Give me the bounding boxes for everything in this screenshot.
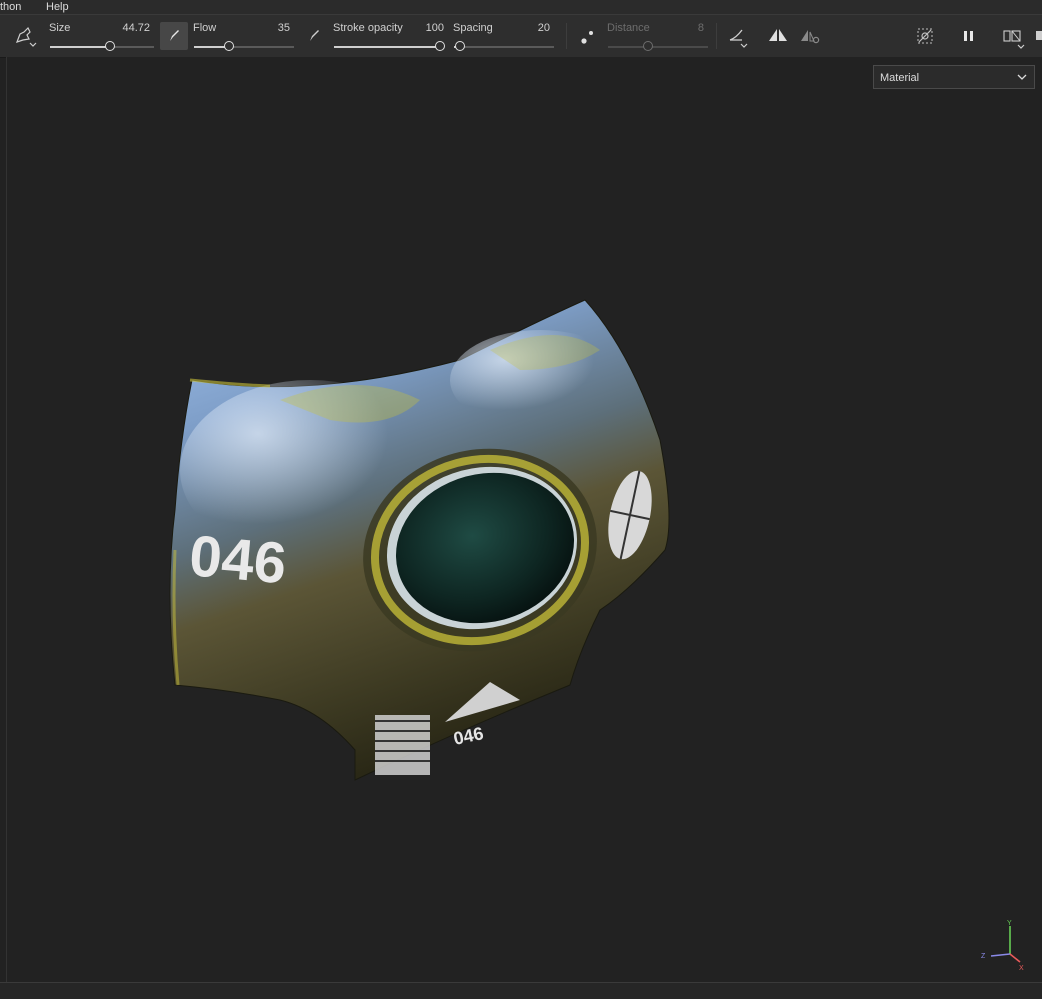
size-track[interactable]: [50, 46, 154, 48]
distance-label: Distance: [607, 22, 650, 34]
3d-model-mesh[interactable]: 046 046: [160, 290, 680, 790]
barcode-decal: [375, 715, 430, 775]
axis-label-x: X: [1019, 965, 1024, 972]
size-pressure-toggle[interactable]: [160, 22, 188, 50]
distance-value[interactable]: 8: [664, 22, 704, 34]
camera-mode-icon: [1003, 30, 1025, 49]
axis-gizmo: Y Z X: [981, 920, 1024, 972]
chevron-down-icon: [1017, 74, 1027, 80]
status-bar: [0, 982, 1042, 999]
flow-value[interactable]: 35: [250, 22, 290, 34]
lazy-mouse-toggle[interactable]: [574, 22, 602, 50]
flow-label: Flow: [193, 22, 217, 34]
brush-toolbar: Size 44.72 Flow 35 Stroke opacity 100 Sp…: [0, 14, 1042, 58]
axis-label-y: Y: [1007, 920, 1012, 927]
flow-knob[interactable]: [224, 41, 234, 51]
size-knob[interactable]: [105, 41, 116, 51]
size-label: Size: [49, 22, 71, 34]
brush-preset-icon: [15, 26, 37, 47]
pen-pressure-icon: [310, 30, 319, 41]
lazy-mouse-icon: [581, 31, 593, 44]
axis-label-z: Z: [981, 953, 986, 960]
symmetry-toggle[interactable]: [764, 22, 792, 50]
menu-item-help[interactable]: Help: [46, 1, 69, 13]
toolbar-separator: [716, 23, 717, 49]
flow-track[interactable]: [194, 46, 294, 48]
spacing-label: Spacing: [453, 22, 493, 34]
stroke-opacity-value[interactable]: 100: [404, 22, 444, 34]
camera-hide-toggle[interactable]: [911, 22, 939, 50]
brush-preset-button[interactable]: [10, 22, 38, 50]
toolbar-separator: [566, 23, 567, 49]
pause-button[interactable]: [955, 22, 983, 50]
screenshot-icon: [1036, 31, 1042, 40]
viewport-channel-value: Material: [880, 72, 920, 84]
size-fill: [50, 46, 111, 48]
size-value[interactable]: 44.72: [110, 22, 150, 34]
menu-bar: thon Help: [0, 0, 1042, 14]
menu-item-python[interactable]: thon: [0, 1, 21, 13]
symmetry-settings-button[interactable]: [796, 22, 824, 50]
alignment-dropdown[interactable]: [724, 22, 752, 50]
spacing-value[interactable]: 20: [510, 22, 550, 34]
viewport-channel-select[interactable]: Material: [873, 65, 1035, 89]
tangent-alignment-icon: [729, 29, 748, 48]
pen-pressure-icon: [170, 30, 179, 41]
stroke-opacity-track[interactable]: [334, 46, 440, 48]
decal-number-large: 046: [187, 523, 289, 596]
symmetry-settings-icon: [801, 30, 820, 44]
flow-pressure-toggle[interactable]: [300, 22, 328, 50]
overflow-toolbar-icon[interactable]: [1032, 22, 1042, 50]
spacing-track[interactable]: [454, 46, 554, 48]
distance-track[interactable]: [608, 46, 708, 48]
camera-mode-dropdown[interactable]: [1000, 22, 1030, 50]
stroke-opacity-fill: [334, 46, 440, 48]
stroke-opacity-label: Stroke opacity: [333, 22, 403, 34]
stroke-opacity-knob[interactable]: [435, 41, 445, 51]
pause-icon: [964, 31, 973, 41]
distance-knob[interactable]: [643, 41, 653, 51]
hide-view-icon: [917, 28, 933, 44]
spacing-knob[interactable]: [455, 41, 465, 51]
symmetry-icon: [769, 29, 787, 41]
